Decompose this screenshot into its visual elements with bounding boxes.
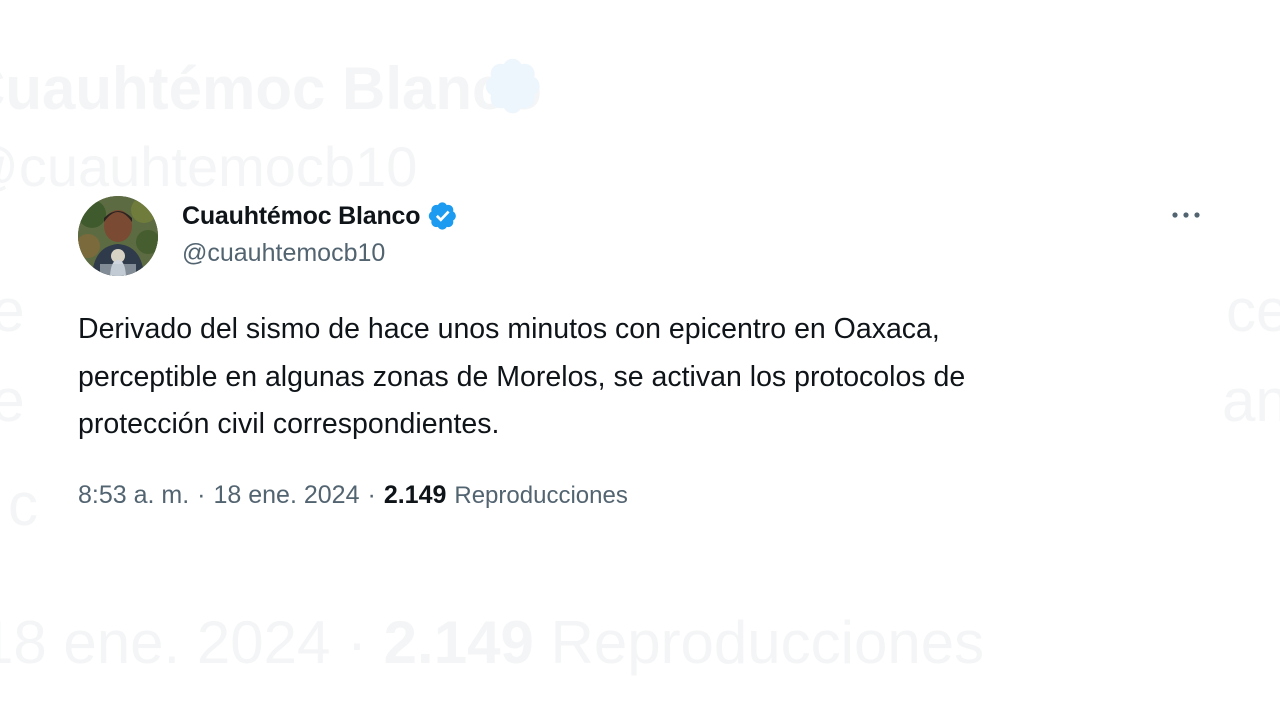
tweet-text: Derivado del sismo de hace unos minutos … bbox=[78, 313, 966, 440]
background-text-fragment: de bbox=[0, 367, 25, 434]
background-meta-separator: · bbox=[347, 609, 367, 676]
avatar[interactable] bbox=[78, 196, 158, 276]
more-horizontal-icon bbox=[1172, 212, 1200, 218]
verified-badge-icon[interactable] bbox=[428, 201, 458, 231]
author-handle[interactable]: @cuauhtemocb10 bbox=[182, 239, 385, 268]
views-count[interactable]: 2.149 bbox=[384, 481, 447, 510]
background-verified-icon bbox=[485, 58, 540, 114]
tweet-meta: 8:53 a. m. · 18 ene. 2024 · 2.149 Reprod… bbox=[78, 481, 628, 510]
background-handle: @cuauhtemocb10 bbox=[0, 135, 418, 198]
tweet-card: Cuauhtémoc Blanco @cuauhtemocb10 Derivad… bbox=[78, 194, 1208, 524]
more-options-button[interactable] bbox=[1166, 200, 1206, 230]
background-meta: 18 ene. 2024 · 2.149 Reproducciones bbox=[0, 608, 984, 677]
background-text-fragment: cer bbox=[1226, 277, 1280, 344]
tweet-date[interactable]: 18 ene. 2024 bbox=[214, 481, 360, 510]
avatar-photo-icon bbox=[78, 196, 158, 276]
background-text-fragment: n c bbox=[0, 471, 39, 538]
background-text-fragment: an bbox=[1222, 367, 1280, 434]
background-meta-date: 18 ene. 2024 bbox=[0, 609, 331, 676]
meta-separator: · bbox=[197, 481, 206, 509]
author-name-row: Cuauhtémoc Blanco bbox=[182, 199, 458, 233]
background-name: Cuauhtémoc Blanco bbox=[0, 55, 543, 122]
meta-separator: · bbox=[367, 481, 376, 509]
background-meta-views-count: 2.149 bbox=[383, 609, 534, 676]
views-label[interactable]: Reproducciones bbox=[454, 482, 627, 510]
screenshot-stage: Cuauhtémoc Blanco @cuauhtemocb10 de de n… bbox=[0, 0, 1280, 720]
background-meta-views-label: Reproducciones bbox=[550, 609, 985, 676]
author-display-name[interactable]: Cuauhtémoc Blanco bbox=[182, 202, 421, 231]
tweet-time[interactable]: 8:53 a. m. bbox=[78, 481, 189, 510]
background-text-fragment: de bbox=[0, 277, 25, 344]
